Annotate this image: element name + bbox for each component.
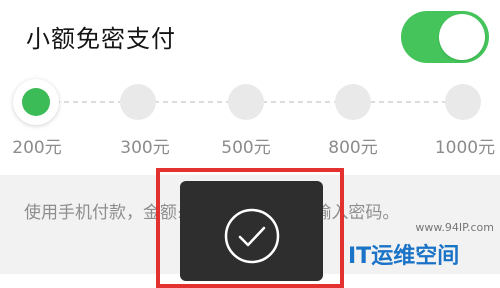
- amount-label-1000: 1000元: [434, 138, 496, 158]
- check-icon: [224, 208, 280, 264]
- toggle-knob: [439, 14, 485, 60]
- watermark-logo-text: IT运维空间: [348, 244, 460, 269]
- amount-dot-200[interactable]: [13, 79, 59, 125]
- amount-dot-selected-indicator: [22, 88, 50, 116]
- setting-title: 小额免密支付: [26, 25, 176, 53]
- amount-dot-300[interactable]: [120, 84, 156, 120]
- amount-label-500: 500元: [221, 138, 271, 158]
- watermark-url: www.94IP.com: [415, 221, 494, 234]
- amount-label-200: 200元: [12, 138, 62, 158]
- amount-dot-500[interactable]: [228, 84, 264, 120]
- amount-label-800: 800元: [328, 138, 378, 158]
- amount-dot-800[interactable]: [335, 84, 371, 120]
- amount-label-300: 300元: [120, 138, 170, 158]
- amount-dot-1000[interactable]: [445, 84, 481, 120]
- small-amount-toggle[interactable]: [401, 11, 489, 63]
